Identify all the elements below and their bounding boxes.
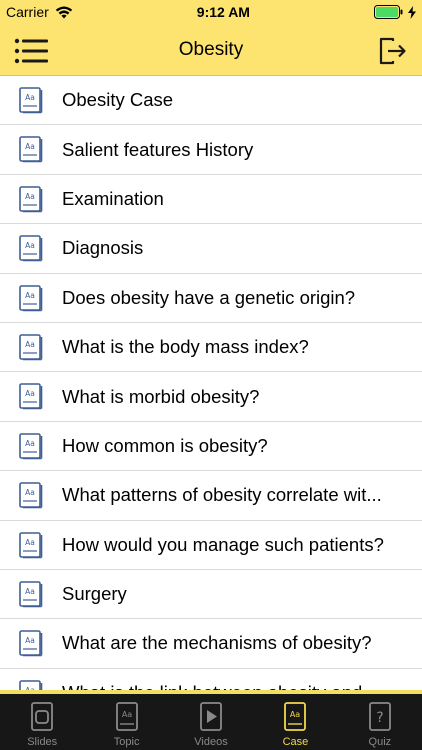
text-document-icon: Aa: [19, 482, 43, 509]
videos-icon: [200, 702, 222, 731]
tab-bar: Slides Aa Topic Videos Aa Case ? Quiz: [0, 694, 422, 750]
status-time: 9:12 AM: [196, 4, 250, 20]
exit-button[interactable]: [378, 37, 408, 65]
list-item[interactable]: Aa What is the body mass index?: [0, 323, 422, 373]
case-list: Aa Obesity Case Aa Salient features History…: [0, 76, 422, 694]
tab-label: Slides: [27, 736, 58, 748]
tab-label: Topic: [113, 736, 140, 748]
list-item[interactable]: Aa Diagnosis: [0, 224, 422, 274]
wifi-icon: [55, 6, 72, 18]
text-document-icon: Aa: [19, 432, 43, 460]
list-item-label: Diagnosis: [62, 237, 144, 259]
list-item-label: What patterns of obesity correlate wit..…: [62, 484, 382, 506]
status-bar: Carrier 9:12 AM: [0, 0, 422, 24]
svg-text:Aa: Aa: [25, 241, 35, 250]
menu-button[interactable]: [14, 38, 48, 64]
tab-label: Quiz: [368, 736, 392, 748]
nav-bar: Obesity: [0, 24, 422, 76]
list-item-label: Surgery: [62, 583, 127, 605]
tab-label: Videos: [194, 736, 228, 748]
list-item-label: How common is obesity?: [62, 434, 268, 456]
slides-icon: [31, 702, 54, 731]
quiz-icon: ?: [368, 702, 391, 731]
svg-text:Aa: Aa: [25, 93, 35, 102]
charging-bolt-icon: [407, 5, 416, 19]
text-document-icon: Aa: [19, 136, 43, 163]
svg-text:Aa: Aa: [25, 192, 35, 201]
list-item[interactable]: Aa Examination: [0, 175, 422, 225]
tab-slides[interactable]: Slides: [0, 694, 84, 750]
status-left: Carrier: [6, 4, 73, 20]
list-item[interactable]: Aa Obesity Case: [0, 76, 422, 126]
svg-text:Aa: Aa: [25, 587, 35, 596]
svg-text:Aa: Aa: [25, 340, 35, 349]
list-item-label: What are the mechanisms of obesity?: [62, 632, 372, 654]
svg-text:Aa: Aa: [25, 488, 35, 497]
svg-text:Aa: Aa: [25, 291, 35, 300]
list-item[interactable]: Aa What is morbid obesity?: [0, 372, 422, 422]
svg-text:Aa: Aa: [25, 636, 35, 645]
svg-text:Aa: Aa: [25, 142, 35, 151]
tab-quiz[interactable]: ? Quiz: [338, 694, 422, 750]
carrier-label: Carrier: [6, 4, 49, 20]
tab-videos[interactable]: Videos: [169, 694, 253, 750]
list-menu-icon: [14, 38, 48, 64]
svg-text:Aa: Aa: [25, 389, 35, 398]
svg-text:Aa: Aa: [25, 538, 35, 547]
svg-text:Aa: Aa: [290, 710, 300, 719]
list-item[interactable]: Aa Does obesity have a genetic origin?: [0, 274, 422, 323]
list-item[interactable]: Aa What patterns of obesity correlate wit…: [0, 471, 422, 521]
list-item[interactable]: Aa What are the mechanisms of obesity?: [0, 619, 422, 669]
text-document-icon: Aa: [19, 185, 43, 213]
text-document-icon: Aa: [19, 531, 43, 558]
list-item[interactable]: Aa Surgery: [0, 570, 422, 620]
list-item-label: Examination: [62, 187, 164, 209]
logout-icon: [379, 37, 406, 65]
topic-icon: Aa: [115, 702, 138, 731]
text-document-icon: Aa: [19, 235, 43, 262]
status-right: [373, 5, 416, 19]
list-item-label: What is morbid obesity?: [62, 385, 260, 407]
text-document-icon: Aa: [19, 334, 43, 361]
text-document-icon: Aa: [19, 87, 43, 114]
text-document-icon: Aa: [19, 581, 43, 608]
text-document-icon: Aa: [19, 284, 43, 311]
svg-text:Aa: Aa: [25, 439, 35, 448]
list-item-label: What is the body mass index?: [62, 336, 309, 358]
case-icon: Aa: [284, 702, 307, 731]
page-title: Obesity: [178, 38, 244, 60]
list-item-label: Does obesity have a genetic origin?: [62, 286, 356, 308]
svg-text:Aa: Aa: [121, 710, 131, 719]
tab-label: Case: [282, 736, 309, 748]
text-document-icon: Aa: [19, 383, 43, 410]
svg-text:?: ?: [376, 710, 383, 726]
list-item-label: How would you manage such patients?: [62, 533, 384, 555]
text-document-icon: Aa: [19, 630, 43, 657]
list-item[interactable]: Aa How would you manage such patients?: [0, 521, 422, 570]
battery-icon: [373, 5, 403, 19]
list-item-label: Obesity Case: [62, 89, 174, 111]
tab-topic[interactable]: Aa Topic: [84, 694, 168, 750]
tab-case[interactable]: Aa Case: [253, 694, 337, 750]
list-item[interactable]: Aa Salient features History: [0, 125, 422, 175]
list-item[interactable]: Aa How common is obesity?: [0, 422, 422, 472]
list-item-label: Salient features History: [62, 138, 254, 160]
